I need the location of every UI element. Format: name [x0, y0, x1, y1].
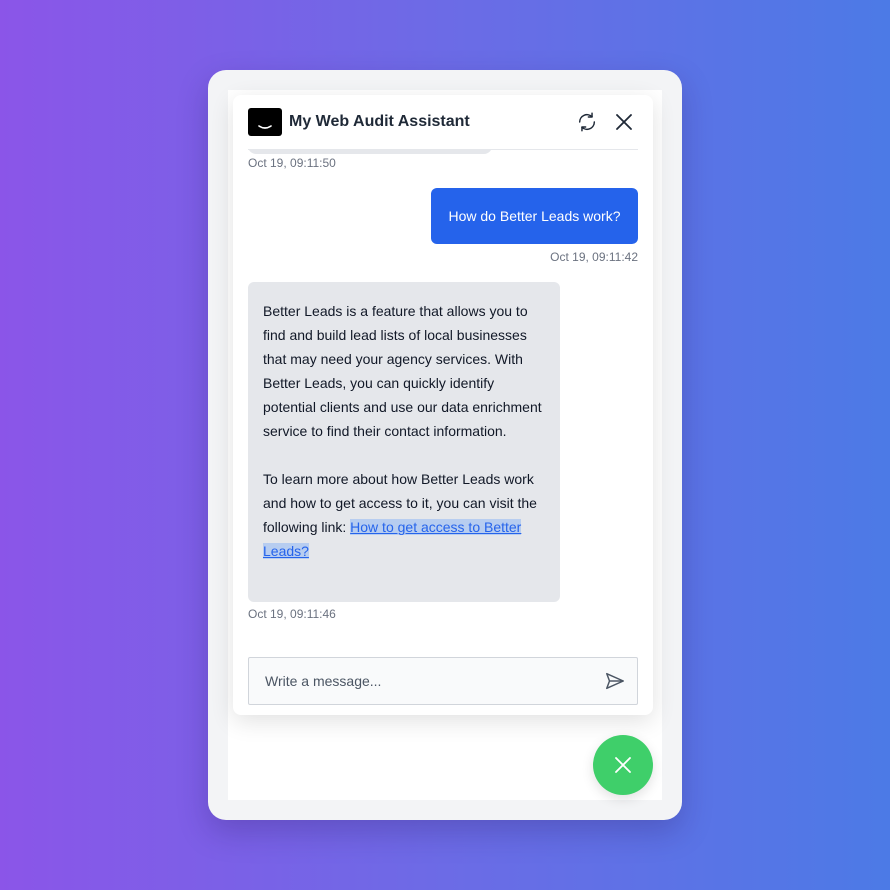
message-input[interactable] — [249, 658, 597, 704]
chat-title: My Web Audit Assistant — [289, 113, 470, 130]
previous-bot-bubble — [248, 150, 492, 154]
message-timestamp: Oct 19, 09:11:50 — [248, 156, 336, 170]
bot-message-paragraph: Better Leads is a feature that allows yo… — [263, 303, 542, 439]
chat-header: My Web Audit Assistant — [248, 95, 638, 150]
message-composer — [248, 657, 638, 705]
refresh-icon — [578, 112, 596, 132]
smile-logo-icon — [248, 108, 282, 136]
close-icon — [615, 757, 631, 773]
bot-message-bubble: Better Leads is a feature that allows yo… — [248, 282, 560, 602]
chat-window: My Web Audit Assistant Oct 19, 09:11:50 … — [233, 95, 653, 715]
user-message-bubble: How do Better Leads work? — [431, 188, 638, 244]
message-timestamp: Oct 19, 09:11:46 — [248, 607, 336, 621]
chat-toggle-button[interactable] — [593, 735, 653, 795]
message-list[interactable]: Oct 19, 09:11:50 How do Better Leads wor… — [248, 150, 638, 690]
close-button[interactable] — [610, 108, 638, 136]
send-icon — [606, 672, 624, 690]
bot-message-paragraph: To learn more about how Better Leads wor… — [263, 467, 545, 563]
user-message-text: How do Better Leads work? — [448, 208, 621, 224]
message-timestamp: Oct 19, 09:11:42 — [550, 250, 638, 264]
refresh-button[interactable] — [573, 108, 601, 136]
close-icon — [616, 114, 632, 130]
send-button[interactable] — [597, 663, 633, 699]
